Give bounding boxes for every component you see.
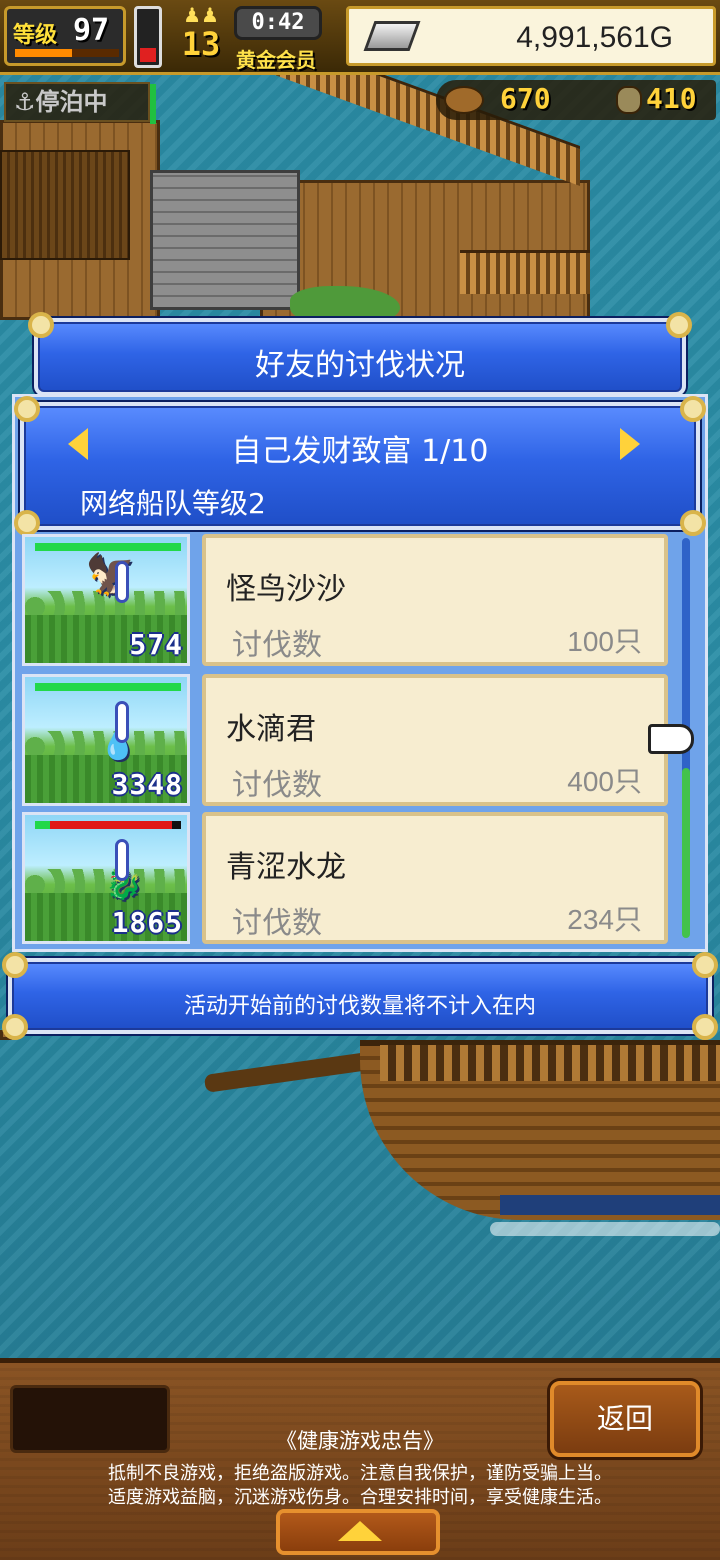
stone-icon	[616, 86, 642, 114]
scrollbar-thumb[interactable]	[682, 768, 690, 938]
membership-badge[interactable]: 黄金会员	[236, 44, 316, 73]
monster-name: 青涩水龙	[226, 850, 346, 885]
alert-icon	[115, 839, 129, 881]
monster-hp-fill	[35, 683, 181, 691]
energy-gauge	[134, 6, 162, 68]
barrel-icon	[444, 86, 484, 114]
resource-b-value: 410	[646, 82, 697, 115]
level-label: 等级	[13, 23, 58, 48]
level-progress-fill	[15, 49, 73, 57]
level-value: 97	[73, 13, 110, 48]
ship-rail	[380, 1045, 720, 1081]
ornament-corner	[680, 510, 706, 536]
monster-card[interactable]: 青涩水龙 讨伐数 234只	[202, 812, 668, 944]
silver-ingot-icon	[363, 21, 421, 51]
notice-panel: 活动开始前的讨伐数量将不计入在内	[2, 952, 718, 1040]
health-advice-line: 适度游戏益脑，沉迷游戏伤身。合理安排时间，享受健康生活。	[108, 1487, 612, 1508]
monster-count: 3348	[111, 768, 183, 801]
monster-hp-bar	[35, 683, 181, 691]
health-advice-line: 抵制不良游戏，拒绝盗版游戏。注意自我保护，谨防受骗上当。	[108, 1463, 612, 1484]
monster-hp-lost	[49, 821, 173, 829]
list-item: 🦅 574 怪鸟沙沙 讨伐数 100只	[20, 534, 680, 666]
monster-count: 1865	[111, 906, 183, 939]
list-item: 💧 3348 水滴君 讨伐数 400只	[20, 674, 680, 806]
ornament-corner	[2, 952, 28, 978]
top-hud: 等级 97 ♟♟ 13 0:42 黄金会员 4,991,561G	[0, 0, 720, 75]
crew-icon: ♟♟	[183, 3, 219, 27]
status-text: 停泊中	[35, 88, 108, 116]
status-indicator	[150, 84, 156, 124]
monster-hp-fill	[35, 821, 50, 829]
crew-value: 13	[181, 25, 221, 63]
list-item: 🐉 1865 青涩水龙 讨伐数 234只	[20, 812, 680, 944]
energy-gauge-fill	[140, 48, 156, 62]
monster-card[interactable]: 水滴君 讨伐数 400只	[202, 674, 668, 806]
alert-icon	[115, 701, 129, 743]
subjugation-value: 400只	[567, 766, 642, 797]
gold-value: 4,991,561G	[516, 21, 673, 54]
level-progress-bar	[15, 49, 119, 57]
friend-header-panel: 自己发财致富 1/10 网络船队等级2	[14, 396, 706, 536]
monster-name: 水滴君	[226, 712, 316, 747]
water-foam	[490, 1222, 720, 1236]
monster-hp-fill	[35, 543, 181, 551]
bottom-bar: 返回 《健康游戏忠告》 抵制不良游戏，拒绝盗版游戏。注意自我保护，谨防受骗上当。…	[0, 1358, 720, 1560]
ornament-corner	[666, 312, 692, 338]
subjugation-value: 100只	[567, 626, 642, 657]
monster-hp-bar	[35, 543, 181, 551]
monster-thumbnail: 🐉 1865	[22, 812, 190, 944]
crew-counter: ♟♟ 13	[170, 4, 232, 68]
subjugation-list[interactable]: 🦅 574 怪鸟沙沙 讨伐数 100只 💧 3348 水滴君 讨伐数 400只	[20, 534, 680, 946]
monster-name: 怪鸟沙沙	[226, 572, 346, 607]
ornament-corner	[28, 312, 54, 338]
resource-box: 670 410	[436, 80, 716, 120]
timer-display: 0:42	[234, 6, 322, 40]
ornament-corner	[14, 510, 40, 536]
level-box[interactable]: 等级 97	[4, 6, 126, 66]
castle-building	[150, 170, 300, 310]
ornament-corner	[14, 396, 40, 422]
health-advice-title: 《健康游戏忠告》	[276, 1429, 444, 1453]
subjugation-label: 讨伐数	[232, 628, 322, 663]
dialog-title: 好友的讨伐状况	[255, 348, 465, 383]
next-friend-arrow-icon[interactable]	[620, 428, 640, 460]
friend-name-title: 自己发财致富 1/10	[231, 434, 489, 469]
subjugation-value: 234只	[567, 904, 642, 935]
expand-menu-button[interactable]	[276, 1509, 440, 1555]
dialog-title-panel: 好友的讨伐状况	[28, 312, 692, 396]
monster-thumbnail: 🦅 574	[22, 534, 190, 666]
up-arrow-icon	[338, 1521, 382, 1541]
hand-pointer-icon	[648, 724, 694, 754]
gold-display[interactable]: 4,991,561G	[346, 6, 716, 66]
dock-fence-lower	[460, 250, 590, 294]
status-box: ⚓停泊中	[4, 82, 156, 124]
ship-hull-stripe	[500, 1195, 720, 1215]
subjugation-label: 讨伐数	[232, 768, 322, 803]
anchor-icon: ⚓	[14, 88, 36, 116]
monster-card[interactable]: 怪鸟沙沙 讨伐数 100只	[202, 534, 668, 666]
ornament-corner	[680, 396, 706, 422]
warehouse-building	[0, 150, 130, 260]
fleet-level-label: 网络船队等级2	[80, 487, 266, 520]
monster-thumbnail: 💧 3348	[22, 674, 190, 806]
monster-count: 574	[129, 628, 183, 661]
subjugation-label: 讨伐数	[232, 906, 322, 941]
monster-hp-bar	[35, 821, 181, 829]
resource-a-value: 670	[500, 82, 551, 115]
notice-text: 活动开始前的讨伐数量将不计入在内	[183, 994, 536, 1019]
ornament-corner	[692, 952, 718, 978]
alert-icon	[115, 561, 129, 603]
